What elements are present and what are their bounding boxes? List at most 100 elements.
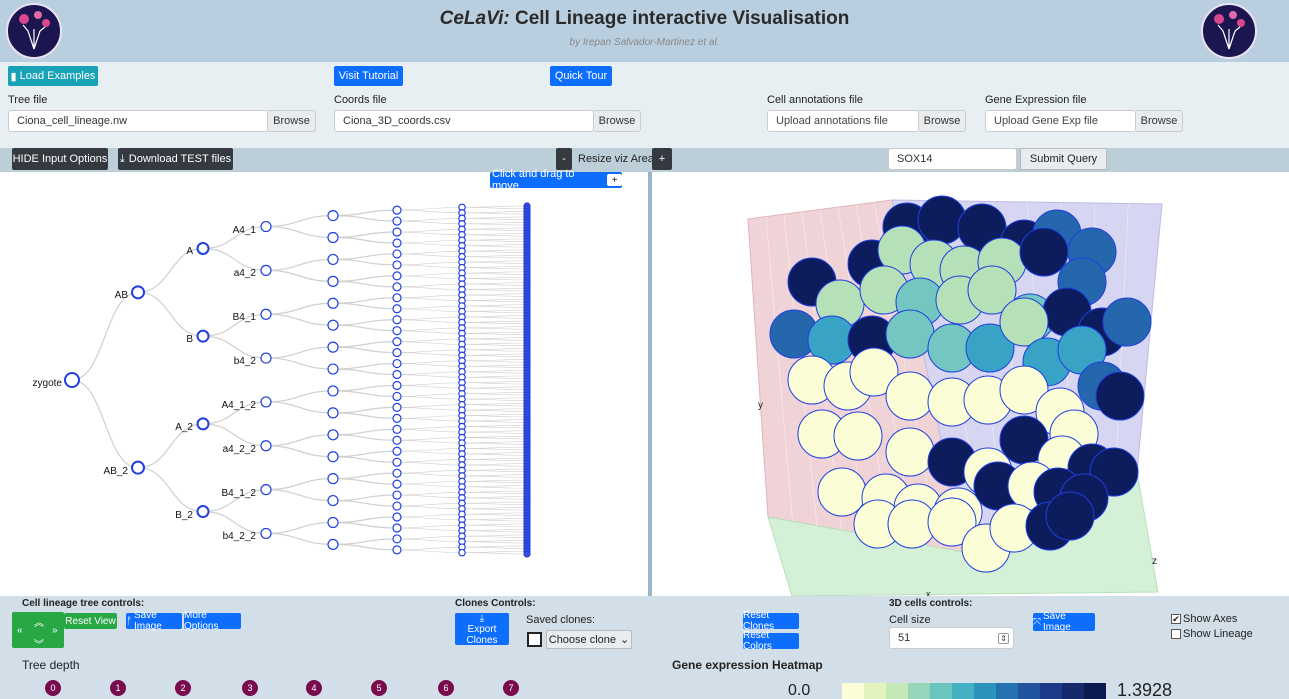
tree-node-label: b4_2 <box>233 356 256 368</box>
pan-left-icon[interactable]: « <box>17 625 23 636</box>
cell-size-input[interactable]: 51 ⇕ <box>889 627 1014 649</box>
load-examples-button[interactable]: ▮ Load Examples <box>8 66 98 86</box>
heatmap-swatch <box>1062 683 1084 699</box>
cell-sphere[interactable] <box>1102 297 1152 347</box>
heatmap-swatch <box>908 683 930 699</box>
heatmap-swatch <box>996 683 1018 699</box>
cell-sphere[interactable] <box>917 195 967 245</box>
tree-depth-label: Tree depth <box>22 658 80 672</box>
show-axes-checkbox[interactable]: ✔ <box>1171 614 1181 624</box>
pan-right-icon[interactable]: » <box>52 625 58 636</box>
heatmap-legend <box>842 683 1106 699</box>
reset-colors-button[interactable]: Reset Colors <box>743 630 799 652</box>
annotations-file-field[interactable]: Upload annotations file <box>767 110 919 132</box>
choose-clone-select[interactable]: Choose clone ⌄ <box>546 630 632 649</box>
lineage-tree-panel[interactable]: Click and drag to move + zygote AB AB_2 A B A… <box>0 168 648 596</box>
chevron-down-icon: ⌄ <box>620 634 630 646</box>
tree-depth-2[interactable]: 2 <box>175 680 191 696</box>
download-test-files-button[interactable]: ⤓ Download TEST files <box>118 148 233 170</box>
cell-sphere[interactable] <box>1019 227 1069 277</box>
tree-save-image-button[interactable]: ᚠ Save Image <box>126 610 182 632</box>
cell-sphere[interactable] <box>1095 371 1145 421</box>
tree-node-label: A4_1_2 <box>221 399 256 411</box>
tree-node-label: A4_1 <box>232 224 256 236</box>
grow-viz-button[interactable]: + <box>652 148 672 170</box>
shrink-viz-button[interactable]: - <box>556 148 572 170</box>
stepper-icon[interactable]: ⇕ <box>998 632 1009 644</box>
resize-viz-label: Resize viz Area <box>578 153 654 165</box>
tree-depth-0[interactable]: 0 <box>45 680 61 696</box>
heatmap-swatch <box>886 683 908 699</box>
tree-file-browse-button[interactable]: Browse <box>268 110 316 132</box>
heatmap-swatch <box>864 683 886 699</box>
tree-node-label: a4_2 <box>233 268 256 280</box>
clones-controls-title: Clones Controls: <box>455 598 536 609</box>
export-clones-button[interactable]: ⤓ Export Clones <box>455 612 509 646</box>
page-subtitle: by Irepan Salvador-Martinez et al. <box>569 37 720 48</box>
cells-3d-panel[interactable]: y z x <box>652 172 1289 599</box>
gene-expression-file-field[interactable]: Upload Gene Exp file <box>985 110 1136 132</box>
cell-sphere[interactable] <box>885 371 935 421</box>
tree-depth-4[interactable]: 4 <box>306 680 322 696</box>
show-lineage-toggle[interactable]: Show Lineage <box>1171 628 1253 640</box>
hide-input-options-button[interactable]: HIDE Input Options <box>12 148 108 170</box>
tree-node-label: zygote <box>32 378 62 389</box>
pan-up-icon[interactable]: ︽ <box>34 614 44 629</box>
quick-tour-button[interactable]: Quick Tour <box>550 66 612 86</box>
gene-expression-browse-button[interactable]: Browse <box>1136 110 1183 132</box>
reset-view-button[interactable]: Reset View <box>64 613 117 629</box>
tree-pan-controls[interactable]: « ︽ » ︾ <box>12 612 64 651</box>
page-title: CeLaVi: Cell Lineage interactive Visuali… <box>439 8 850 29</box>
tree-depth-5[interactable]: 5 <box>371 680 387 696</box>
expand-icon: ⤧ <box>1033 616 1041 628</box>
tree-node-label: a4_2_2 <box>222 443 256 455</box>
download-icon: ⤓ <box>119 152 125 165</box>
export-icon: ⤓ <box>479 612 485 624</box>
cells-3d-svg[interactable] <box>652 172 1289 597</box>
gene-query-input[interactable]: SOX14 <box>888 148 1017 170</box>
tree-node-label: A <box>186 246 193 258</box>
tree-depth-1[interactable]: 1 <box>110 680 126 696</box>
cell-sphere[interactable] <box>885 309 935 359</box>
tree-depth-7[interactable]: 7 <box>503 680 519 696</box>
tree-node-label: b4_2_2 <box>222 531 256 543</box>
heatmap-swatch <box>952 683 974 699</box>
coords-file-label: Coords file <box>334 94 387 106</box>
cell-sphere[interactable] <box>885 427 935 477</box>
input-options-panel: ▮ Load Examples Visit Tutorial Quick Tour… <box>0 62 1289 148</box>
annotations-file-label: Cell annotations file <box>767 94 864 106</box>
pan-down-icon[interactable]: ︾ <box>34 636 44 651</box>
gene-expression-file-label: Gene Expression file <box>985 94 1087 106</box>
tree-node-label: B_2 <box>175 509 193 521</box>
reset-clones-button[interactable]: Reset Clones <box>743 610 799 632</box>
visit-tutorial-button[interactable]: Visit Tutorial <box>334 66 403 86</box>
z-axis-label: z <box>1152 556 1157 567</box>
coords-file-browse-button[interactable]: Browse <box>594 110 641 132</box>
tree-depth-6[interactable]: 6 <box>438 680 454 696</box>
tree-file-field[interactable]: Ciona_cell_lineage.nw <box>8 110 268 132</box>
cell-sphere[interactable] <box>833 411 883 461</box>
tree-depth-3[interactable]: 3 <box>242 680 258 696</box>
tree-node-label: B4_1_2 <box>221 487 256 499</box>
cells-save-image-button[interactable]: ⤧ Save Image <box>1033 611 1095 633</box>
file-icon: ▮ <box>10 70 17 83</box>
heatmap-swatch <box>1040 683 1062 699</box>
more-options-button[interactable]: More Options <box>184 610 241 632</box>
clone-color-swatch[interactable] <box>527 632 542 647</box>
annotations-browse-button[interactable]: Browse <box>919 110 966 132</box>
tree-node-label: A_2 <box>175 421 193 433</box>
tree-node-labels: zygote AB AB_2 A B A_2 B_2 A4_1 a4_2 B4_1 b4_2 A4_1… <box>0 172 648 596</box>
controls-panel: Cell lineage tree controls: « ︽ » ︾ Rese… <box>0 596 1289 699</box>
tree-node-label: B <box>186 334 193 346</box>
tree-icon: ᚠ <box>126 615 132 627</box>
heatmap-swatch <box>1084 683 1106 699</box>
heatmap-min-label: 0.0 <box>788 682 811 699</box>
show-lineage-checkbox[interactable] <box>1171 629 1181 639</box>
coords-file-field[interactable]: Ciona_3D_coords.csv <box>334 110 594 132</box>
y-axis-label: y <box>758 400 763 411</box>
heatmap-swatch <box>930 683 952 699</box>
cell-sphere[interactable] <box>1045 491 1095 541</box>
submit-query-button[interactable]: Submit Query <box>1020 148 1107 170</box>
cell-size-label: Cell size <box>889 614 931 626</box>
show-axes-toggle[interactable]: ✔ Show Axes <box>1171 613 1237 625</box>
